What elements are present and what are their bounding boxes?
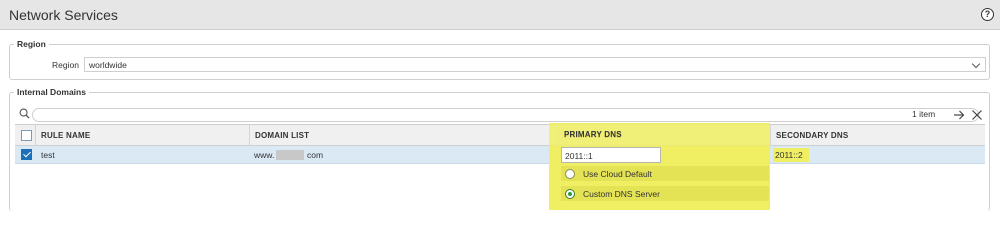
use-cloud-default-label: Use Cloud Default xyxy=(583,169,652,179)
primary-dns-input[interactable]: 2011::1 xyxy=(561,147,661,163)
column-separator xyxy=(249,125,250,146)
region-label: Region xyxy=(52,60,79,70)
secondary-dns-cell[interactable]: 2011::2 xyxy=(775,150,803,160)
domain-prefix: www. xyxy=(254,150,275,160)
radio-use-cloud-default[interactable] xyxy=(565,169,575,179)
select-all-checkbox[interactable] xyxy=(21,130,32,141)
search-icon[interactable] xyxy=(19,108,30,119)
search-input[interactable] xyxy=(32,108,979,122)
table-row[interactable]: test www. com xyxy=(15,146,985,164)
column-header-domain-list[interactable]: DOMAIN LIST xyxy=(255,125,309,146)
column-separator xyxy=(770,125,771,146)
title-bar: Network Services ? xyxy=(0,0,1000,30)
column-header-primary-dns-overlay: PRIMARY DNS xyxy=(564,130,622,139)
column-header-secondary-dns[interactable]: SECONDARY DNS xyxy=(776,125,848,146)
chevron-down-icon xyxy=(971,59,981,69)
region-legend: Region xyxy=(17,39,46,49)
region-select-value: worldwide xyxy=(89,60,127,70)
item-count: 1 item xyxy=(912,109,936,119)
internal-domains-legend: Internal Domains xyxy=(17,87,86,97)
close-icon[interactable] xyxy=(971,109,983,121)
redacted-domain xyxy=(276,150,304,160)
primary-dns-value: 2011::1 xyxy=(565,151,593,161)
custom-dns-server-label: Custom DNS Server xyxy=(583,189,660,199)
rule-name-cell[interactable]: test xyxy=(41,150,55,160)
arrow-right-icon[interactable] xyxy=(953,109,965,121)
page-title: Network Services xyxy=(9,7,118,23)
radio-custom-dns-server[interactable] xyxy=(565,189,575,199)
row-checkbox[interactable] xyxy=(21,149,32,160)
column-separator xyxy=(35,125,36,146)
domain-suffix: com xyxy=(307,150,324,160)
custom-dns-server-option[interactable]: Custom DNS Server xyxy=(561,186,769,201)
region-select[interactable]: worldwide xyxy=(84,57,986,72)
table-header: RULE NAME DOMAIN LIST PRIMARY DNS SECOND… xyxy=(15,124,985,146)
help-icon[interactable]: ? xyxy=(981,8,994,21)
use-cloud-default-option[interactable]: Use Cloud Default xyxy=(561,166,769,181)
column-header-rule-name[interactable]: RULE NAME xyxy=(41,125,90,146)
